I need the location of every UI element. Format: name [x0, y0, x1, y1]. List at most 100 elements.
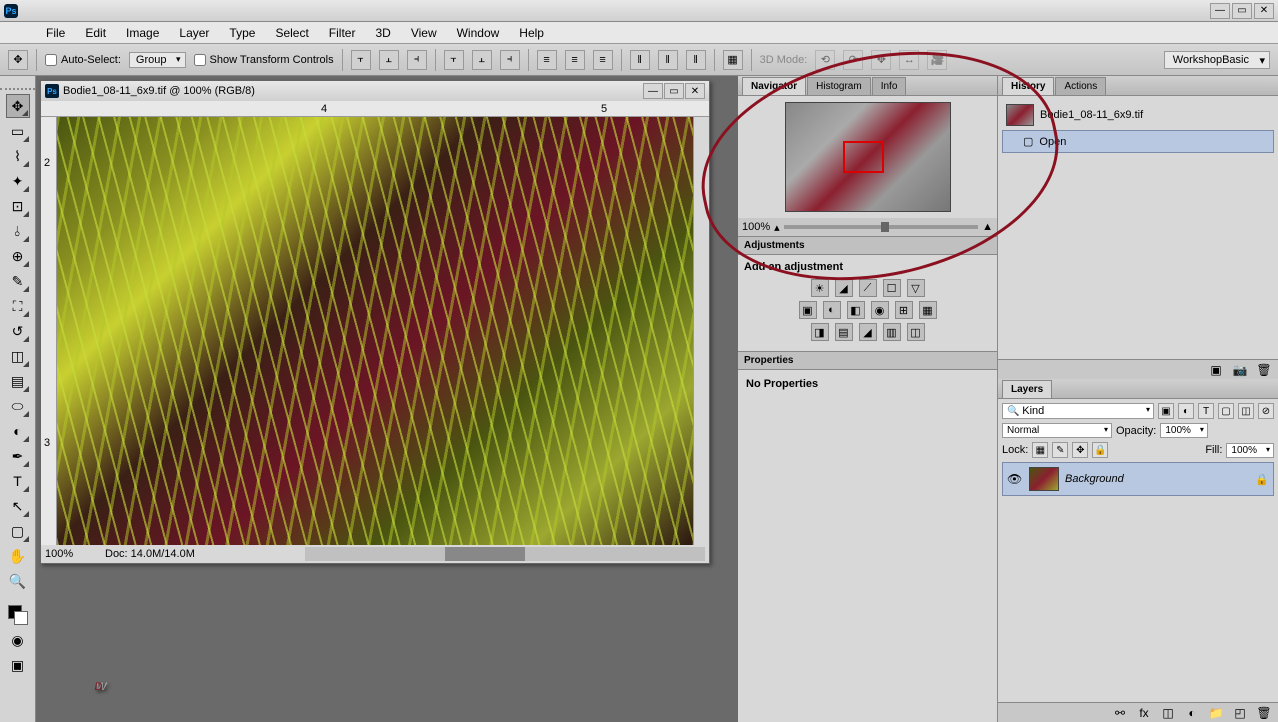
- menu-help[interactable]: Help: [509, 23, 554, 43]
- distribute-left-icon[interactable]: ‖: [630, 50, 650, 70]
- filter-smart-icon[interactable]: ◫: [1238, 403, 1254, 419]
- fill-value[interactable]: 100%: [1226, 443, 1274, 458]
- history-snapshot[interactable]: Bodie1_08-11_6x9.tif: [1002, 100, 1274, 130]
- minimize-button[interactable]: —: [1210, 3, 1230, 19]
- menu-layer[interactable]: Layer: [169, 23, 219, 43]
- tab-histogram[interactable]: Histogram: [807, 77, 871, 95]
- zoom-level[interactable]: 100%: [45, 548, 95, 560]
- layer-background[interactable]: 👁 Background 🔒: [1002, 462, 1274, 496]
- invert-icon[interactable]: ◨: [811, 323, 829, 341]
- hand-tool[interactable]: ✋: [6, 544, 30, 568]
- brush-tool[interactable]: ✎: [6, 269, 30, 293]
- lock-image-icon[interactable]: ✎: [1052, 442, 1068, 458]
- vibrance-icon[interactable]: ▽: [907, 279, 925, 297]
- blend-mode[interactable]: Normal: [1002, 423, 1112, 438]
- clone-stamp-tool[interactable]: ⛶: [6, 294, 30, 318]
- layer-group-icon[interactable]: 📁: [1208, 706, 1224, 720]
- opacity-value[interactable]: 100%: [1160, 423, 1208, 438]
- gradient-tool[interactable]: ▤: [6, 369, 30, 393]
- healing-brush-tool[interactable]: ⊕: [6, 244, 30, 268]
- align-bottom-icon[interactable]: ⫞: [500, 50, 520, 70]
- adjustments-header[interactable]: Adjustments: [738, 236, 997, 255]
- menu-filter[interactable]: Filter: [319, 23, 366, 43]
- move-tool[interactable]: ✥: [6, 94, 30, 118]
- levels-icon[interactable]: ◢: [835, 279, 853, 297]
- posterize-icon[interactable]: ▤: [835, 323, 853, 341]
- screen-mode-tool[interactable]: ▣: [6, 653, 30, 677]
- color-balance-icon[interactable]: ◐: [823, 301, 841, 319]
- path-selection-tool[interactable]: ↖: [6, 494, 30, 518]
- vertical-scrollbar[interactable]: [693, 117, 709, 545]
- tab-history[interactable]: History: [1002, 77, 1054, 95]
- tab-info[interactable]: Info: [872, 77, 907, 95]
- vertical-ruler[interactable]: 2 3: [41, 117, 57, 545]
- filter-type-icon[interactable]: T: [1198, 403, 1214, 419]
- align-left-icon[interactable]: ⫟: [351, 50, 371, 70]
- align-center-v-icon[interactable]: ⫠: [472, 50, 492, 70]
- tab-layers[interactable]: Layers: [1002, 380, 1052, 398]
- menu-3d[interactable]: 3D: [365, 23, 400, 43]
- type-tool[interactable]: T: [6, 469, 30, 493]
- show-transform-checkbox[interactable]: Show Transform Controls: [194, 54, 334, 66]
- pen-tool[interactable]: ✒: [6, 444, 30, 468]
- threshold-icon[interactable]: ◢: [859, 323, 877, 341]
- distribute-right-icon[interactable]: ‖: [686, 50, 706, 70]
- gradient-map-icon[interactable]: ▥: [883, 323, 901, 341]
- tab-actions[interactable]: Actions: [1055, 77, 1106, 95]
- curves-icon[interactable]: ⟋: [859, 279, 877, 297]
- menu-type[interactable]: Type: [219, 23, 265, 43]
- tab-navigator[interactable]: Navigator: [742, 77, 806, 95]
- zoom-tool[interactable]: 🔍: [6, 569, 30, 593]
- filter-adjust-icon[interactable]: ◐: [1178, 403, 1194, 419]
- navigator-zoom-in-icon[interactable]: ▲: [982, 221, 993, 233]
- menu-select[interactable]: Select: [265, 23, 318, 43]
- navigator-zoom-out-icon[interactable]: ▴: [774, 221, 780, 234]
- dodge-tool[interactable]: ◐: [6, 419, 30, 443]
- photo-filter-icon[interactable]: ◉: [871, 301, 889, 319]
- horizontal-ruler[interactable]: 4 5: [41, 101, 709, 117]
- layer-mask-icon[interactable]: ◫: [1160, 706, 1176, 720]
- doc-close-button[interactable]: ✕: [685, 83, 705, 99]
- auto-align-icon[interactable]: ▦: [723, 50, 743, 70]
- quick-mask-tool[interactable]: ◉: [6, 628, 30, 652]
- properties-header[interactable]: Properties: [738, 351, 997, 370]
- link-layers-icon[interactable]: ⚯: [1112, 706, 1128, 720]
- navigator-zoom[interactable]: 100%: [742, 221, 770, 233]
- magic-wand-tool[interactable]: ✦: [6, 169, 30, 193]
- layer-name[interactable]: Background: [1065, 473, 1249, 485]
- lookup-icon[interactable]: ▦: [919, 301, 937, 319]
- menu-view[interactable]: View: [401, 23, 447, 43]
- marquee-tool[interactable]: ▭: [6, 119, 30, 143]
- menu-image[interactable]: Image: [116, 23, 169, 43]
- layer-visibility-icon[interactable]: 👁: [1007, 472, 1023, 486]
- align-right-icon[interactable]: ⫞: [407, 50, 427, 70]
- delete-layer-icon[interactable]: 🗑: [1256, 706, 1272, 720]
- lock-all-icon[interactable]: 🔒: [1092, 442, 1108, 458]
- lock-position-icon[interactable]: ✥: [1072, 442, 1088, 458]
- lasso-tool[interactable]: ⌇: [6, 144, 30, 168]
- crop-tool[interactable]: ⊡: [6, 194, 30, 218]
- distribute-center-v-icon[interactable]: ≡: [565, 50, 585, 70]
- blur-tool[interactable]: ⬭: [6, 394, 30, 418]
- snapshot-from-state-icon[interactable]: ▣: [1208, 363, 1224, 377]
- delete-state-icon[interactable]: 🗑: [1256, 363, 1272, 377]
- horizontal-scrollbar[interactable]: [305, 547, 705, 561]
- move-tool-icon[interactable]: ✥: [8, 50, 28, 70]
- history-state-open[interactable]: ▢ Open: [1002, 130, 1274, 153]
- align-top-icon[interactable]: ⫟: [444, 50, 464, 70]
- align-center-h-icon[interactable]: ⫠: [379, 50, 399, 70]
- fill-adjust-icon[interactable]: ◐: [1184, 706, 1200, 720]
- navigator-zoom-slider[interactable]: [784, 225, 978, 229]
- menu-window[interactable]: Window: [447, 23, 510, 43]
- distribute-center-h-icon[interactable]: ‖: [658, 50, 678, 70]
- layer-thumbnail[interactable]: [1029, 467, 1059, 491]
- navigator-thumbnail[interactable]: [785, 102, 951, 212]
- canvas-image[interactable]: [57, 117, 693, 545]
- doc-maximize-button[interactable]: ▭: [664, 83, 684, 99]
- new-snapshot-icon[interactable]: 📷: [1232, 363, 1248, 377]
- auto-select-checkbox[interactable]: Auto-Select:: [45, 54, 121, 66]
- maximize-button[interactable]: ▭: [1232, 3, 1252, 19]
- filter-image-icon[interactable]: ▣: [1158, 403, 1174, 419]
- bw-icon[interactable]: ◧: [847, 301, 865, 319]
- workspace-selector[interactable]: WorkshopBasic: [1164, 51, 1270, 69]
